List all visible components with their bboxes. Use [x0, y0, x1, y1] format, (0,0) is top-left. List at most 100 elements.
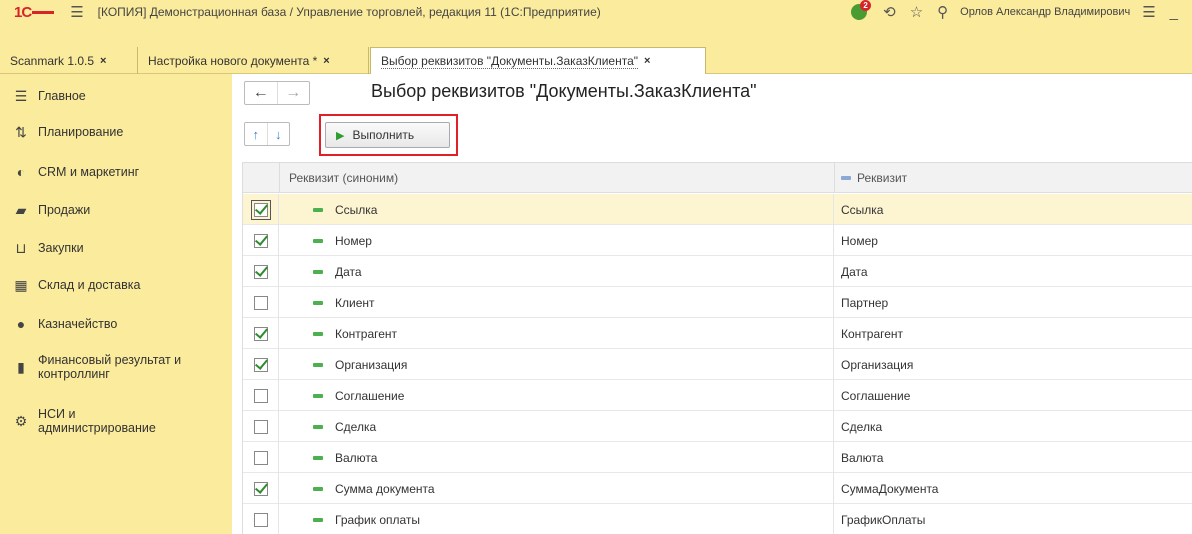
- attribute-name: Соглашение: [841, 388, 911, 403]
- sidebar-item-admin[interactable]: ⚙ НСИ и администрирование: [0, 404, 232, 438]
- back-arrow-icon[interactable]: ←: [245, 82, 277, 104]
- attribute-synonym: Соглашение: [335, 388, 405, 403]
- attribute-name: Ссылка: [841, 202, 884, 217]
- close-icon[interactable]: ×: [100, 55, 106, 67]
- table-row[interactable]: Соглашение Соглашение: [243, 380, 1192, 411]
- search-icon[interactable]: ⚲: [937, 3, 948, 21]
- history-icon[interactable]: ⟲: [883, 3, 896, 21]
- form-content: ← → Выбор реквизитов "Документы.ЗаказКли…: [232, 74, 1192, 534]
- table-row[interactable]: Номер Номер: [243, 225, 1192, 256]
- attribute-synonym: Контрагент: [335, 326, 398, 341]
- attribute-name: ГрафикОплаты: [841, 512, 926, 527]
- sidebar-item-treasury[interactable]: ● Казначейство: [0, 314, 232, 334]
- row-checkbox-cell: [243, 442, 279, 473]
- attribute-synonym-cell: Организация: [279, 349, 834, 380]
- tab-scanmark[interactable]: Scanmark 1.0.5 ×: [0, 47, 138, 74]
- table-row[interactable]: Контрагент Контрагент: [243, 318, 1192, 349]
- row-checkbox[interactable]: [253, 450, 268, 465]
- row-checkbox[interactable]: [253, 233, 268, 248]
- history-nav: ← →: [244, 81, 310, 105]
- table-row[interactable]: Ссылка Ссылка: [243, 194, 1192, 225]
- attribute-name-cell: Дата: [835, 256, 1192, 287]
- window-title: [КОПИЯ] Демонстрационная база / Управлен…: [97, 5, 601, 19]
- attribute-name-cell: Партнер: [835, 287, 1192, 318]
- close-icon[interactable]: ×: [644, 55, 650, 67]
- attribute-name: Валюта: [841, 450, 884, 465]
- sidebar-item-label: Склад и доставка: [38, 278, 141, 292]
- sidebar-item-warehouse[interactable]: ▦ Склад и доставка: [0, 275, 232, 295]
- attribute-name: Номер: [841, 233, 878, 248]
- star-icon[interactable]: ☆: [910, 3, 923, 21]
- sidebar-item-crm[interactable]: ◐ CRM и маркетинг: [0, 162, 232, 182]
- row-checkbox[interactable]: [253, 481, 268, 496]
- title-bar-tools: 2 ⟲ ☆ ⚲ Орлов Александр Владимирович ☰ _: [849, 0, 1192, 24]
- sidebar-item-label: Продажи: [38, 203, 91, 217]
- attribute-synonym: Клиент: [335, 295, 375, 310]
- attribute-name: Партнер: [841, 295, 889, 310]
- attribute-icon: [313, 393, 323, 398]
- table-row[interactable]: Дата Дата: [243, 256, 1192, 287]
- row-checkbox-cell: [243, 256, 279, 287]
- sidebar-item-label: Казначейство: [38, 317, 118, 331]
- table-row[interactable]: Клиент Партнер: [243, 287, 1192, 318]
- main-menu-icon[interactable]: ☰: [70, 3, 83, 21]
- attribute-synonym: График оплаты: [335, 512, 421, 527]
- attribute-synonym-cell: Сумма документа: [279, 473, 834, 504]
- attribute-name-cell: Сделка: [835, 411, 1192, 442]
- table-header: Реквизит (синоним) Реквизит: [243, 163, 1192, 193]
- chart-icon: ▮: [17, 358, 25, 375]
- menu-icon[interactable]: ☰: [1142, 3, 1155, 21]
- table-row[interactable]: Сделка Сделка: [243, 411, 1192, 442]
- close-icon[interactable]: ×: [323, 55, 329, 67]
- tab-new-document-settings[interactable]: Настройка нового документа * ×: [138, 47, 369, 74]
- tab-select-attributes[interactable]: Выбор реквизитов "Документы.ЗаказКлиента…: [370, 47, 706, 75]
- table-row[interactable]: Сумма документа СуммаДокумента: [243, 473, 1192, 504]
- attribute-icon: [313, 207, 323, 212]
- attribute-synonym-cell: Валюта: [279, 442, 834, 473]
- sidebar-item-main[interactable]: ☰ Главное: [0, 86, 232, 106]
- attribute-synonym-cell: Дата: [279, 256, 834, 287]
- move-up-icon[interactable]: ↑: [245, 123, 267, 145]
- row-checkbox[interactable]: [253, 295, 268, 310]
- attribute-synonym: Валюта: [335, 450, 378, 465]
- attribute-name: Сделка: [841, 419, 883, 434]
- attribute-icon: [313, 238, 323, 243]
- sidebar-item-label: НСИ и администрирование: [38, 407, 156, 435]
- table-row[interactable]: Организация Организация: [243, 349, 1192, 380]
- sidebar-item-purchases[interactable]: ⊔ Закупки: [0, 238, 232, 258]
- forward-arrow-icon[interactable]: →: [276, 82, 310, 104]
- row-checkbox[interactable]: [253, 512, 268, 527]
- app-logo[interactable]: 1С: [14, 3, 55, 21]
- row-checkbox[interactable]: [253, 388, 268, 403]
- attribute-synonym: Организация: [335, 357, 408, 372]
- attribute-name: Контрагент: [841, 326, 904, 341]
- run-button[interactable]: ▶ Выполнить: [325, 122, 450, 148]
- move-down-icon[interactable]: ↓: [266, 123, 290, 145]
- row-checkbox[interactable]: [253, 264, 268, 279]
- table-row[interactable]: График оплаты ГрафикОплаты: [243, 504, 1192, 534]
- user-name[interactable]: Орлов Александр Владимирович: [960, 6, 1130, 18]
- row-checkbox[interactable]: [250, 199, 271, 220]
- notification-badge: 2: [860, 0, 872, 11]
- attribute-synonym: Сумма документа: [335, 481, 435, 496]
- attribute-name: Дата: [841, 264, 868, 279]
- row-checkbox[interactable]: [253, 419, 268, 434]
- table-row[interactable]: Валюта Валюта: [243, 442, 1192, 473]
- sidebar-item-sales[interactable]: ▰ Продажи: [0, 200, 232, 220]
- notifications-icon[interactable]: 2: [849, 0, 872, 22]
- attribute-name-cell: Номер: [835, 225, 1192, 256]
- attribute-synonym-cell: График оплаты: [279, 504, 834, 534]
- column-header-attribute[interactable]: Реквизит: [841, 163, 907, 193]
- sidebar-item-planning[interactable]: ⇅ Планирование: [0, 122, 232, 142]
- attribute-icon: [841, 176, 851, 180]
- row-checkbox-cell: [243, 380, 279, 411]
- sidebar-item-finance[interactable]: ▮ Финансовый результат и контроллинг: [0, 350, 232, 384]
- logo-text: 1С: [14, 3, 32, 21]
- column-header-synonym[interactable]: Реквизит (синоним): [289, 163, 398, 193]
- sidebar-item-label: CRM и маркетинг: [38, 165, 140, 179]
- row-checkbox[interactable]: [253, 326, 268, 341]
- attribute-synonym: Ссылка: [335, 202, 378, 217]
- sidebar-item-label: Закупки: [38, 241, 84, 255]
- minimize-icon[interactable]: _: [1170, 4, 1178, 21]
- row-checkbox[interactable]: [253, 357, 268, 372]
